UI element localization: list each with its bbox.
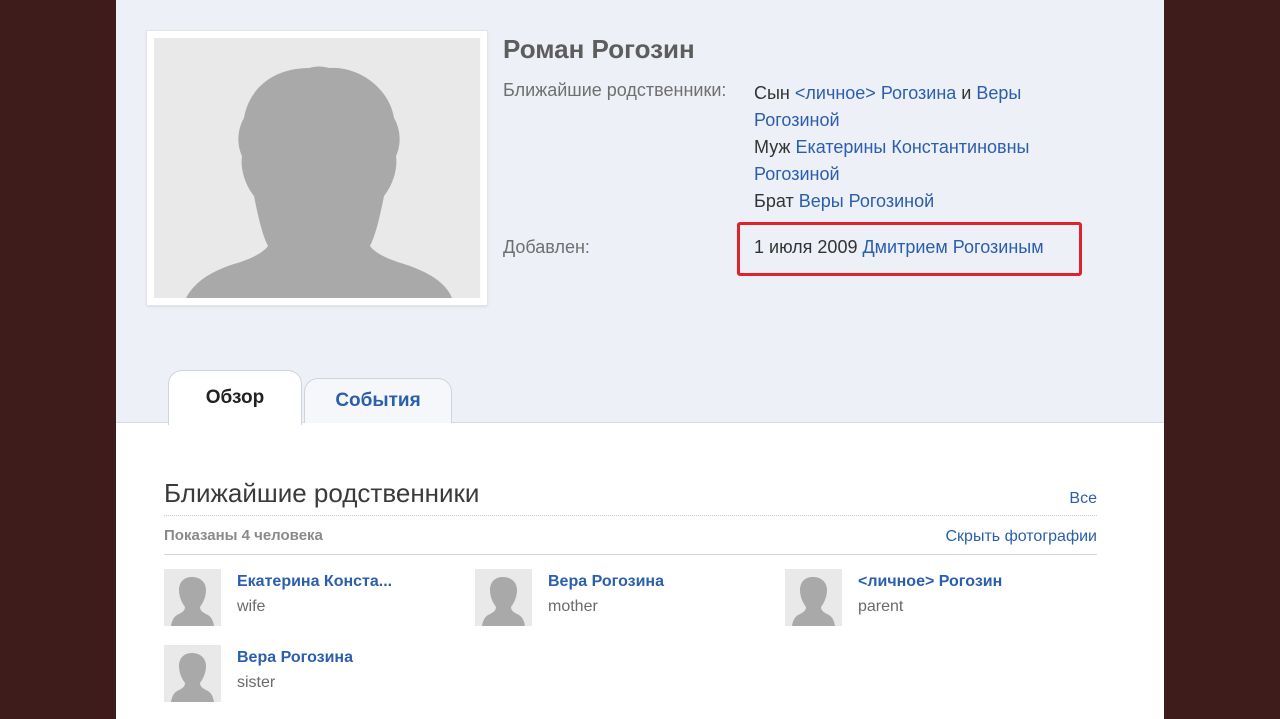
hide-photos-link[interactable]: Скрыть фотографии bbox=[946, 528, 1098, 546]
relative-role: sister bbox=[237, 674, 276, 691]
relative-name[interactable]: Вера Рогозина bbox=[237, 649, 353, 667]
relation-son: Сын <личное> Рогозина и Веры Рогозиной bbox=[754, 80, 1084, 134]
relative-card[interactable]: Екатерина Конста... wife bbox=[164, 569, 464, 629]
profile-header: Роман Рогозин Ближайшие родственники: Сы… bbox=[116, 0, 1164, 423]
profile-photo-frame bbox=[147, 31, 487, 305]
parent-link[interactable]: <личное> Рогозина bbox=[795, 83, 956, 103]
silhouette-icon bbox=[171, 653, 214, 702]
tab-overview[interactable]: Обзор bbox=[168, 370, 302, 425]
profile-name: Роман Рогозин bbox=[503, 34, 695, 64]
tab-events[interactable]: События bbox=[304, 378, 452, 423]
relation-prefix: Муж bbox=[754, 137, 796, 157]
relative-role: parent bbox=[858, 598, 904, 615]
relation-prefix: Брат bbox=[754, 191, 799, 211]
all-relatives-link[interactable]: Все bbox=[1069, 490, 1097, 508]
relative-name[interactable]: Екатерина Конста... bbox=[237, 573, 392, 591]
relation-conjunction: и bbox=[956, 83, 977, 103]
relative-role: mother bbox=[548, 598, 598, 615]
relation-prefix: Сын bbox=[754, 83, 795, 103]
silhouette-icon bbox=[186, 66, 452, 298]
added-value: 1 июля 2009 Дмитрием Рогозиным bbox=[754, 237, 1044, 258]
relation-husband: Муж Екатерины Константиновны Рогозиной bbox=[754, 134, 1084, 188]
relatives-label: Ближайшие родственники: bbox=[503, 80, 727, 100]
avatar[interactable] bbox=[475, 569, 532, 626]
wife-link[interactable]: Екатерины Константиновны Рогозиной bbox=[754, 137, 1029, 184]
avatar[interactable] bbox=[785, 569, 842, 626]
avatar[interactable] bbox=[164, 645, 221, 702]
added-date: 1 июля 2009 bbox=[754, 237, 858, 257]
relative-name[interactable]: Вера Рогозина bbox=[548, 573, 664, 591]
relation-brother: Брат Веры Рогозиной bbox=[754, 188, 1084, 215]
avatar[interactable] bbox=[164, 569, 221, 626]
divider bbox=[164, 554, 1097, 555]
silhouette-icon bbox=[171, 577, 214, 626]
relative-name[interactable]: <личное> Рогозин bbox=[858, 573, 1002, 591]
relative-card[interactable]: Вера Рогозина mother bbox=[475, 569, 775, 629]
relative-card[interactable]: Вера Рогозина sister bbox=[164, 645, 464, 705]
section-title: Ближайшие родственники bbox=[164, 478, 480, 508]
relatives-list: Сын <личное> Рогозина и Веры Рогозиной М… bbox=[754, 80, 1084, 215]
silhouette-icon bbox=[792, 577, 835, 626]
profile-page: Роман Рогозин Ближайшие родственники: Сы… bbox=[116, 0, 1164, 719]
relative-role: wife bbox=[237, 598, 266, 615]
relative-card[interactable]: <личное> Рогозин parent bbox=[785, 569, 1085, 629]
shown-count: Показаны 4 человека bbox=[164, 527, 323, 544]
added-by-link[interactable]: Дмитрием Рогозиным bbox=[862, 237, 1043, 257]
added-label: Добавлен: bbox=[503, 237, 590, 257]
divider bbox=[164, 515, 1097, 516]
profile-photo-placeholder[interactable] bbox=[154, 38, 480, 298]
sister-link[interactable]: Веры Рогозиной bbox=[799, 191, 934, 211]
silhouette-icon bbox=[482, 577, 525, 626]
